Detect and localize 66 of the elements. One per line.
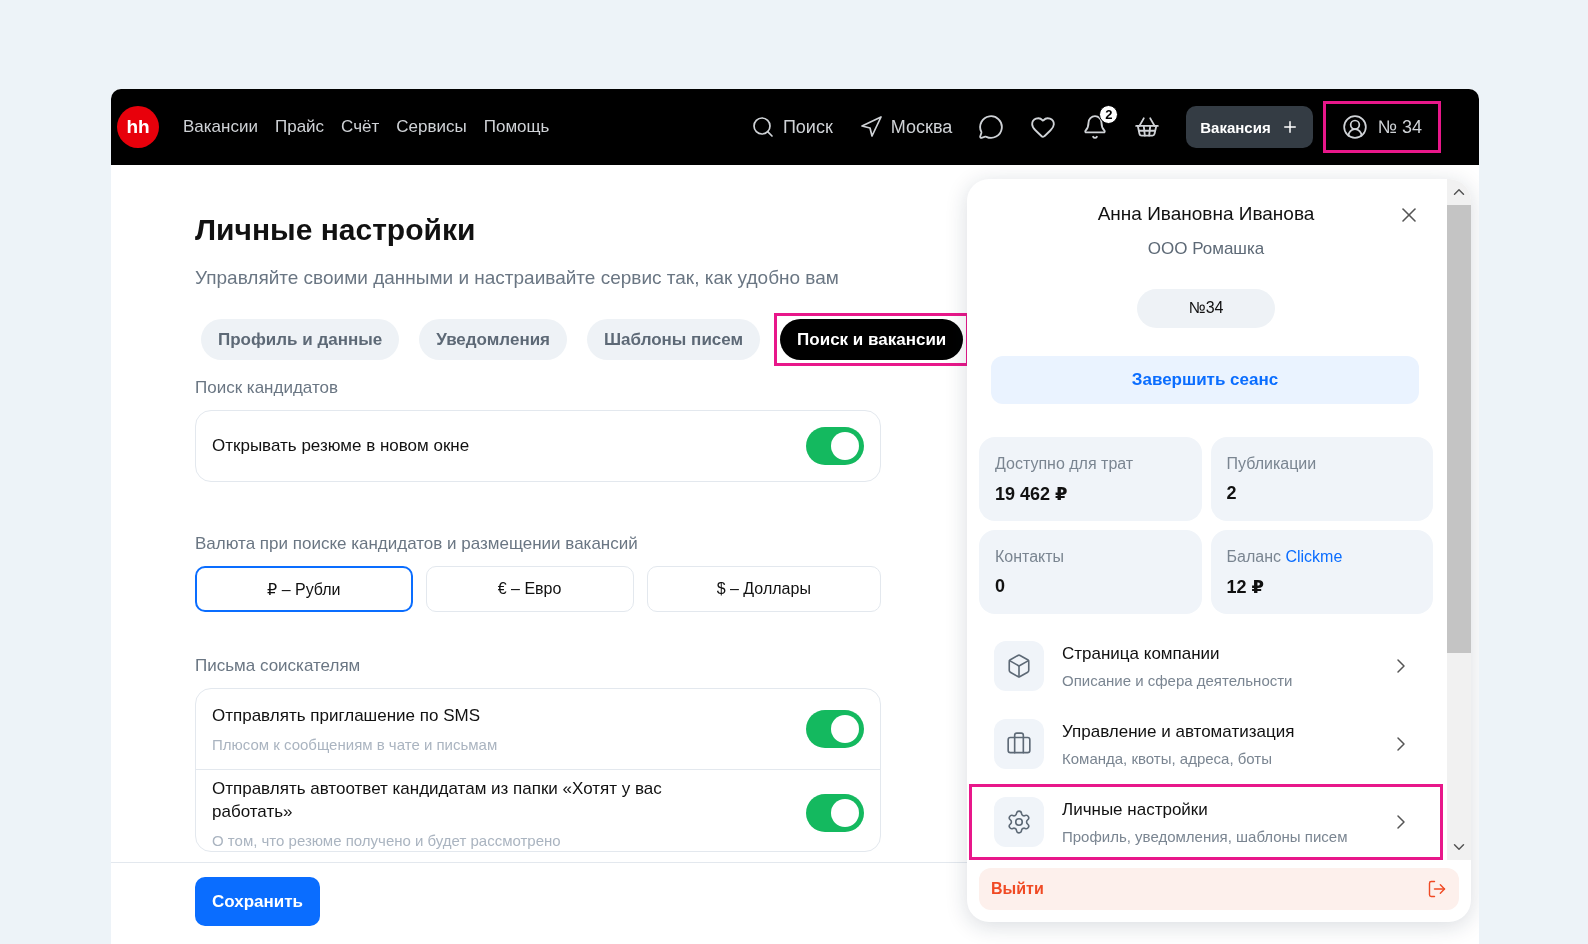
currency-option[interactable]: $ – Доллары bbox=[646, 566, 881, 612]
stat-label: Баланс Clickme bbox=[1226, 548, 1344, 566]
clickme-link[interactable]: Clickme bbox=[1285, 548, 1343, 565]
notification-badge: 2 bbox=[1099, 105, 1119, 124]
currency-option[interactable]: € – Евро bbox=[425, 566, 634, 612]
logo: hh bbox=[117, 106, 159, 148]
save-button[interactable]: Сохранить bbox=[195, 877, 321, 926]
setting-title: Открывать резюме в новом окне bbox=[212, 434, 470, 457]
logout-icon bbox=[1427, 879, 1447, 899]
gear-icon bbox=[994, 797, 1044, 847]
stat-value: 19 462 ₽ bbox=[995, 483, 1069, 505]
search-link[interactable]: Поиск bbox=[782, 116, 833, 138]
end-session-button[interactable]: Завершить сеанс bbox=[991, 355, 1419, 404]
tab[interactable]: Профиль и данные bbox=[201, 319, 400, 360]
scrollbar[interactable] bbox=[1447, 179, 1471, 860]
tab[interactable]: Поиск и вакансии bbox=[780, 319, 964, 360]
menu-item-description: Описание и сфера деятельности bbox=[1062, 671, 1294, 689]
account-button[interactable]: № 34 bbox=[1331, 110, 1432, 144]
basket-button[interactable] bbox=[1134, 114, 1161, 140]
nav-link[interactable]: Вакансии bbox=[183, 117, 258, 137]
menu-item[interactable]: Личные настройки Профиль, уведомления, шаблоны писем bbox=[975, 790, 1437, 854]
nav-link[interactable]: Прайс bbox=[274, 117, 325, 137]
toggle-switch[interactable] bbox=[806, 794, 864, 833]
notifications-button[interactable]: 2 bbox=[1082, 105, 1119, 140]
stat-value: 12 ₽ bbox=[1226, 576, 1266, 598]
setting-title: Отправлять приглашение по SMS bbox=[212, 705, 481, 727]
stat-label: Доступно для трат bbox=[995, 455, 1135, 473]
favorites-button[interactable] bbox=[1030, 114, 1057, 140]
menu-item-description: Профиль, уведомления, шаблоны писем bbox=[1062, 827, 1349, 845]
stat-label: Публикации bbox=[1226, 455, 1318, 473]
stat-label: Контакты bbox=[995, 548, 1066, 566]
setting-description: О том, что резюме получено и будет рассмотрено bbox=[212, 831, 562, 849]
page-subtitle: Управляйте своими данными и настраивайте сервис так, как удобно вам bbox=[195, 267, 840, 289]
search-icon bbox=[750, 115, 775, 139]
menu-item-title: Страница компании bbox=[1062, 643, 1221, 664]
menu-item[interactable]: Страница компании Описание и сфера деятельности bbox=[975, 634, 1437, 698]
user-icon bbox=[1341, 114, 1368, 140]
box-icon bbox=[994, 641, 1044, 691]
stat-value: 2 bbox=[1226, 483, 1238, 504]
city-link[interactable]: Москва bbox=[890, 116, 953, 138]
page-title: Личные настройки bbox=[195, 213, 477, 247]
nav-link[interactable]: Счёт bbox=[341, 117, 380, 137]
briefcase-icon bbox=[994, 719, 1044, 769]
menu-item[interactable]: Управление и автоматизация Команда, квоты, адреса, боты bbox=[975, 712, 1437, 776]
company-name: ООО Ромашка bbox=[1147, 239, 1265, 259]
toggle-switch[interactable] bbox=[806, 427, 864, 465]
section-heading: Валюта при поиске кандидатов и размещении вакансий bbox=[195, 534, 639, 554]
section-heading: Поиск кандидатов bbox=[195, 378, 339, 398]
location-arrow-icon bbox=[858, 115, 883, 139]
tab[interactable]: Шаблоны писем bbox=[587, 319, 761, 360]
setting-description: Плюсом к сообщениям в чате и письмам bbox=[212, 735, 498, 753]
new-vacancy-button[interactable]: Вакансия bbox=[1186, 106, 1313, 148]
setting-title: Отправлять автоответ кандидатам из папки «Хотят у вас работать» bbox=[212, 777, 663, 823]
section-heading: Письма соискателям bbox=[195, 656, 362, 676]
nav-link[interactable]: Сервисы bbox=[396, 117, 467, 137]
user-name: Анна Ивановна Иванова bbox=[1097, 203, 1315, 225]
chat-button[interactable] bbox=[978, 114, 1005, 140]
currency-option[interactable]: ₽ – Рубли bbox=[195, 566, 413, 612]
menu-item-description: Команда, квоты, адреса, боты bbox=[1062, 749, 1274, 767]
menu-item-title: Управление и автоматизация bbox=[1062, 721, 1296, 742]
stat-value: 0 bbox=[995, 576, 1006, 597]
account-number: №34 bbox=[1137, 289, 1275, 328]
nav-link[interactable]: Помощь bbox=[483, 117, 550, 137]
tab[interactable]: Уведомления bbox=[419, 319, 568, 360]
menu-item-title: Личные настройки bbox=[1062, 799, 1209, 820]
toggle-switch[interactable] bbox=[806, 709, 864, 748]
